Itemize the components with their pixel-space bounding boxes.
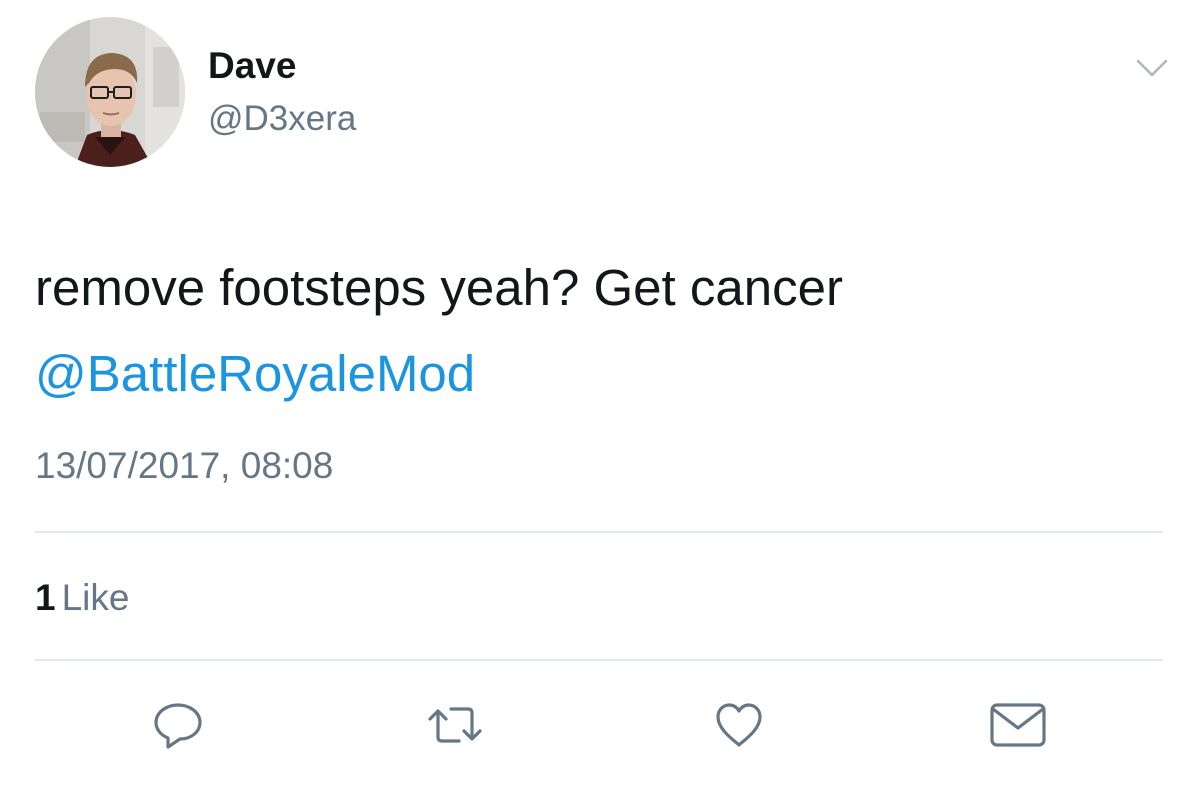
likes-stat[interactable]: 1 Like — [35, 576, 129, 620]
author-name[interactable]: Dave — [208, 44, 296, 88]
tweet-timestamp: 13/07/2017, 08:08 — [35, 445, 334, 486]
like-button[interactable] — [707, 693, 771, 757]
retweet-button[interactable] — [423, 693, 487, 757]
divider — [35, 531, 1163, 533]
heart-icon — [716, 703, 762, 747]
avatar-photo — [35, 17, 185, 167]
author-handle[interactable]: @D3xera — [208, 98, 356, 140]
divider — [35, 659, 1163, 661]
tweet-body: remove footsteps yeah? Get cancer — [35, 259, 843, 316]
likes-count: 1 — [35, 577, 56, 618]
tweet-text: remove footsteps yeah? Get cancer @Battl… — [35, 245, 1155, 417]
direct-message-button[interactable] — [986, 693, 1050, 757]
likes-label: Like — [61, 577, 130, 618]
reply-button[interactable] — [146, 693, 210, 757]
avatar[interactable] — [35, 17, 185, 167]
envelope-icon — [990, 703, 1046, 747]
tweet-detail: Dave @D3xera remove footsteps yeah? Get … — [0, 0, 1200, 788]
chevron-down-icon[interactable] — [1135, 56, 1169, 80]
reply-icon — [154, 703, 202, 749]
retweet-icon — [428, 707, 482, 743]
mention-link[interactable]: @BattleRoyaleMod — [35, 345, 475, 402]
